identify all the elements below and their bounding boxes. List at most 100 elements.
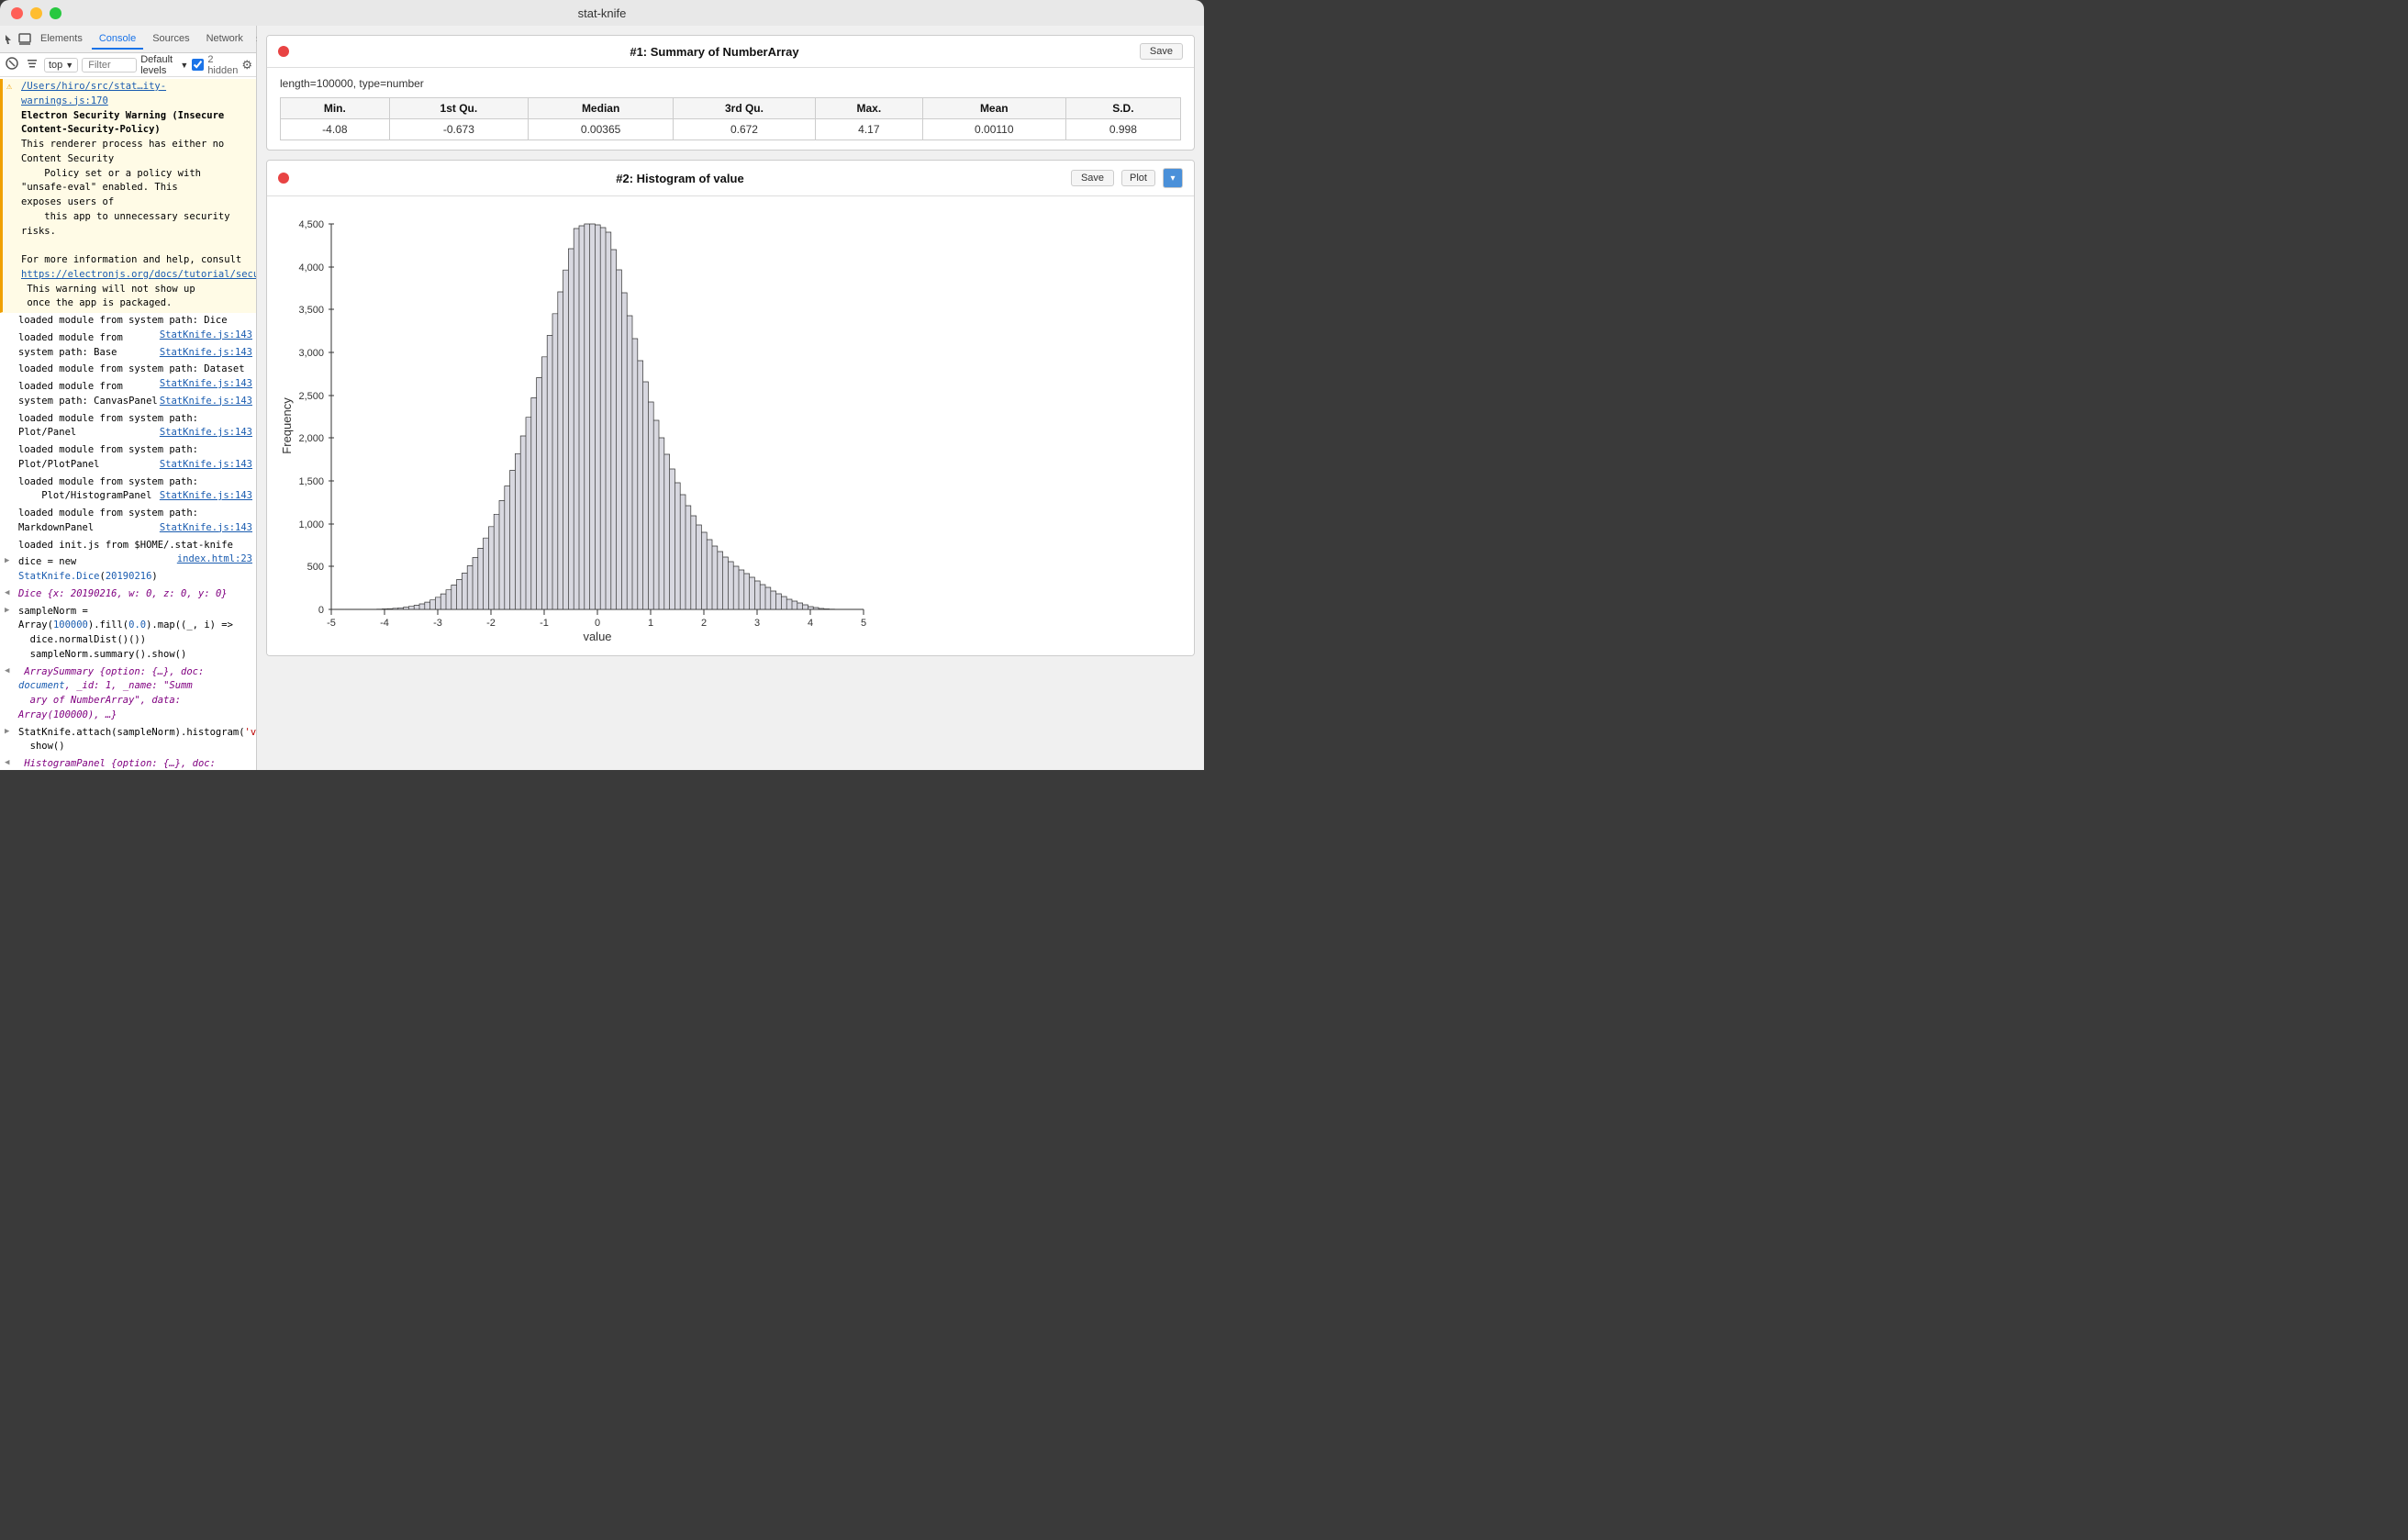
log-line-initjs: loaded init.js from $HOME/.stat-knife in… [0,538,256,555]
hidden-count: 2 hidden [207,54,238,76]
tab-sources[interactable]: Sources [145,29,196,50]
tab-elements[interactable]: Elements [33,29,90,50]
tab-console[interactable]: Console [92,29,143,50]
input-arrow: ▶ [5,555,9,568]
context-selector[interactable]: top ▼ [44,58,78,73]
red-dot-summary [278,46,289,57]
svg-text:-2: -2 [486,618,496,629]
col-min: Min. [281,98,390,119]
svg-text:1: 1 [648,618,653,629]
svg-text:1,000: 1,000 [298,519,324,530]
warning-file-link[interactable]: /Users/hiro/src/stat…ity-warnings.js:170 [21,81,166,106]
val-1stqu: -0.673 [389,119,528,140]
titlebar-buttons [11,7,61,19]
statknife-link-4[interactable]: StatKnife.js:143 [160,395,252,409]
val-3rdqu: 0.672 [674,119,816,140]
output-dice: ◀ Dice {x: 20190216, w: 0, z: 0, y: 0} [0,586,256,604]
svg-text:5: 5 [861,618,866,629]
histogram-card-header: #2: Histogram of value Save Plot ▾ [267,161,1194,196]
statknife-link-7[interactable]: StatKnife.js:143 [160,489,252,504]
filter-input[interactable] [82,58,137,73]
clear-console-icon[interactable] [4,55,20,74]
log-line-histogrampanel: loaded module from system path: Plot/His… [0,474,256,507]
input-histogram: ▶ StatKnife.attach(sampleNorm).histogram… [0,725,256,757]
log-line-base: loaded module from system path: Base Sta… [0,330,256,363]
output-arraysummary: ◀ ArraySummary {option: {…}, doc: docume… [0,664,256,725]
console-warning-line: ⚠ /Users/hiro/src/stat…ity-warnings.js:1… [0,79,256,313]
col-max: Max. [815,98,922,119]
col-3rdqu: 3rd Qu. [674,98,816,119]
statknife-link-8[interactable]: StatKnife.js:143 [160,521,252,536]
window-title: stat-knife [578,6,627,20]
col-mean: Mean [922,98,1065,119]
log-line-plotplotpanel: loaded module from system path: Plot/Plo… [0,442,256,474]
summary-card-title: #1: Summary of NumberArray [296,45,1132,59]
input-dice: ▶ dice = new StatKnife.Dice(20190216) [0,554,256,586]
svg-text:2,000: 2,000 [298,433,324,444]
output-arrow: ◀ [5,587,9,600]
summary-save-button[interactable]: Save [1140,43,1183,60]
val-mean: 0.00110 [922,119,1065,140]
svg-text:1,500: 1,500 [298,476,324,487]
svg-text:500: 500 [307,562,324,573]
col-1stqu: 1st Qu. [389,98,528,119]
console-toolbar: top ▼ Default levels ▼ 2 hidden ⚙ [0,53,256,77]
warning-icon: ⚠ [6,80,12,94]
svg-text:-4: -4 [380,618,389,629]
minimize-button[interactable] [30,7,42,19]
log-line-dataset: loaded module from system path: Dataset … [0,362,256,379]
settings-icon[interactable]: ⚙ [241,58,252,73]
svg-text:2,500: 2,500 [298,391,324,402]
devtools-tabs: Elements Console Sources Network » ⚠ 1 ⋮… [0,26,256,53]
svg-text:0: 0 [595,618,600,629]
filter-expand-icon[interactable] [24,55,40,74]
statknife-link-5[interactable]: StatKnife.js:143 [160,426,252,441]
col-sd: S.D. [1065,98,1180,119]
summary-table-data-row: -4.08 -0.673 0.00365 0.672 4.17 0.00110 … [281,119,1181,140]
svg-text:-5: -5 [327,618,336,629]
right-panel: #1: Summary of NumberArray Save length=1… [257,26,1204,770]
svg-text:4,000: 4,000 [298,262,324,273]
titlebar: stat-knife [0,0,1204,26]
tab-network[interactable]: Network [199,29,251,50]
svg-text:3,000: 3,000 [298,348,324,359]
close-button[interactable] [11,7,23,19]
console-output: ⚠ /Users/hiro/src/stat…ity-warnings.js:1… [0,77,256,770]
summary-info: length=100000, type=number [280,77,1181,90]
levels-button[interactable]: Default levels ▼ [140,54,188,76]
histogram-body: Frequency 0 500 [267,196,1194,655]
inspect-icon[interactable] [18,28,31,50]
output-histogrampanel: ◀ HistogramPanel {option: {…}, doc: docu… [0,756,256,770]
statknife-link-2[interactable]: StatKnife.js:143 [160,346,252,361]
val-median: 0.00365 [529,119,674,140]
summary-card-header: #1: Summary of NumberArray Save [267,36,1194,68]
y-axis: 0 500 1,000 1,500 2,000 [298,219,334,616]
log-line-plotpanel: loaded module from system path: Plot/Pan… [0,411,256,443]
levels-checkbox[interactable] [192,59,204,71]
svg-text:0: 0 [318,605,324,616]
plot-dropdown-button[interactable]: ▾ [1163,168,1183,188]
histogram-save-button[interactable]: Save [1071,170,1114,186]
histogram-plot-button[interactable]: Plot [1121,170,1155,186]
histogram-bars [334,224,840,609]
svg-text:4: 4 [808,618,813,629]
svg-text:3,500: 3,500 [298,305,324,316]
svg-text:2: 2 [701,618,707,629]
col-median: Median [529,98,674,119]
histogram-svg: Frequency 0 500 [276,206,900,646]
statknife-link-6[interactable]: StatKnife.js:143 [160,458,252,473]
input-samplenorm: ▶ sampleNorm = Array(100000).fill(0.0).m… [0,604,256,664]
cursor-icon[interactable] [4,28,17,50]
security-link[interactable]: https://electronjs.org/docs/tutorial/sec… [21,269,256,280]
maximize-button[interactable] [50,7,61,19]
y-axis-label: Frequency [280,397,294,454]
val-max: 4.17 [815,119,922,140]
summary-table: Min. 1st Qu. Median 3rd Qu. Max. Mean S.… [280,97,1181,140]
histogram-card: #2: Histogram of value Save Plot ▾ Frequ… [266,160,1195,656]
log-line-canvaspanel: loaded module from system path: CanvasPa… [0,379,256,411]
val-sd: 0.998 [1065,119,1180,140]
input-arrow-2: ▶ [5,605,9,618]
red-dot-histogram [278,173,289,184]
val-min: -4.08 [281,119,390,140]
svg-text:-1: -1 [540,618,549,629]
